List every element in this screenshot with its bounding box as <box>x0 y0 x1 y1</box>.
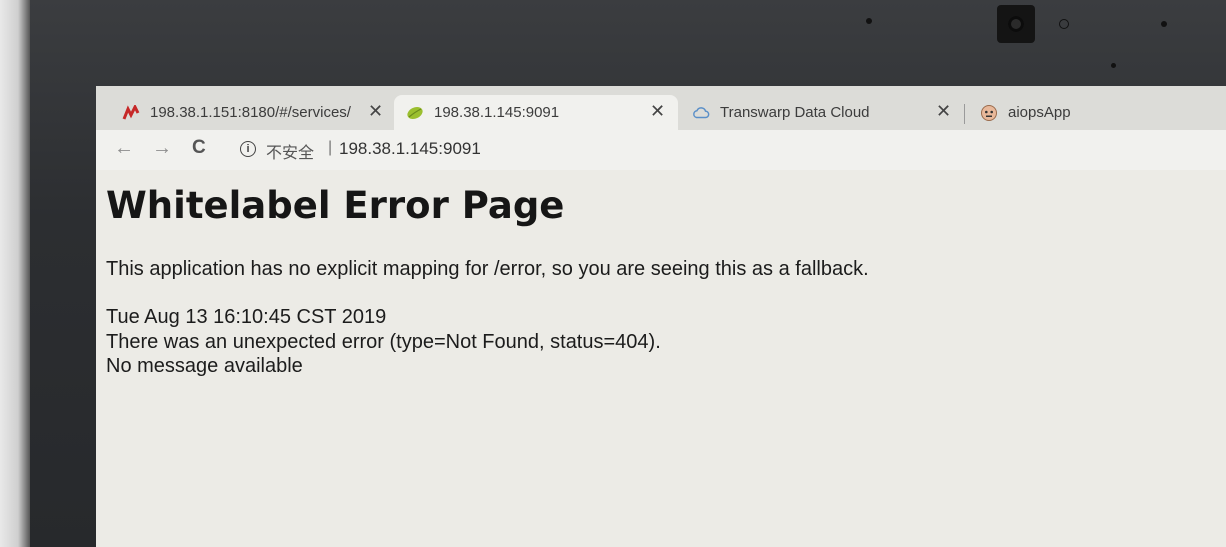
close-icon[interactable]: ✕ <box>936 101 951 122</box>
error-description: There was an unexpected error (type=Not … <box>106 331 661 353</box>
bezel-sensor <box>1161 21 1167 27</box>
tab-error-page[interactable]: 198.38.1.145:9091 ✕ <box>394 95 678 130</box>
close-icon[interactable]: ✕ <box>368 101 383 122</box>
error-timestamp: Tue Aug 13 16:10:45 CST 2019 <box>106 306 387 328</box>
bezel-sensor <box>866 18 872 24</box>
cloud-icon <box>692 104 710 122</box>
close-icon[interactable]: ✕ <box>650 101 665 122</box>
webcam <box>997 5 1035 43</box>
navigation-toolbar: ← → C i 不安全 | 198.38.1.145:9091 <box>96 130 1226 170</box>
error-detail: No message available <box>106 355 303 377</box>
info-icon[interactable]: i <box>240 141 256 157</box>
fallback-message: This application has no explicit mapping… <box>106 258 869 280</box>
tab-transwarp[interactable]: Transwarp Data Cloud ✕ <box>680 95 960 130</box>
tab-title: 198.38.1.145:9091 <box>434 104 560 121</box>
tab-services[interactable]: 198.38.1.151:8180/#/services/ ✕ <box>110 95 394 130</box>
page-title: Whitelabel Error Page <box>106 184 565 227</box>
bezel-sensor <box>1111 63 1116 68</box>
tab-strip: 198.38.1.151:8180/#/services/ ✕ 198.38.1… <box>96 86 1226 130</box>
chart-bars-icon <box>122 104 140 122</box>
reload-icon[interactable]: C <box>192 137 206 159</box>
page-content: Whitelabel Error Page This application h… <box>96 170 1226 547</box>
robot-face-icon <box>980 104 998 122</box>
tab-aiops[interactable]: aiopsApp <box>968 95 1208 130</box>
tab-title: aiopsApp <box>1008 104 1071 121</box>
bezel-led <box>1059 19 1069 29</box>
omnibox-divider: | <box>328 139 333 156</box>
address-bar[interactable]: 198.38.1.145:9091 <box>339 139 481 159</box>
forward-arrow-icon[interactable]: → <box>152 137 172 160</box>
tab-title: 198.38.1.151:8180/#/services/ <box>150 104 351 121</box>
browser-window: 198.38.1.151:8180/#/services/ ✕ 198.38.1… <box>96 86 1226 547</box>
security-status[interactable]: 不安全 <box>266 139 314 163</box>
spring-leaf-icon <box>406 104 424 122</box>
tab-title: Transwarp Data Cloud <box>720 104 870 121</box>
background-desk <box>0 0 30 547</box>
back-arrow-icon[interactable]: ← <box>114 137 134 160</box>
tab-separator <box>964 104 965 124</box>
